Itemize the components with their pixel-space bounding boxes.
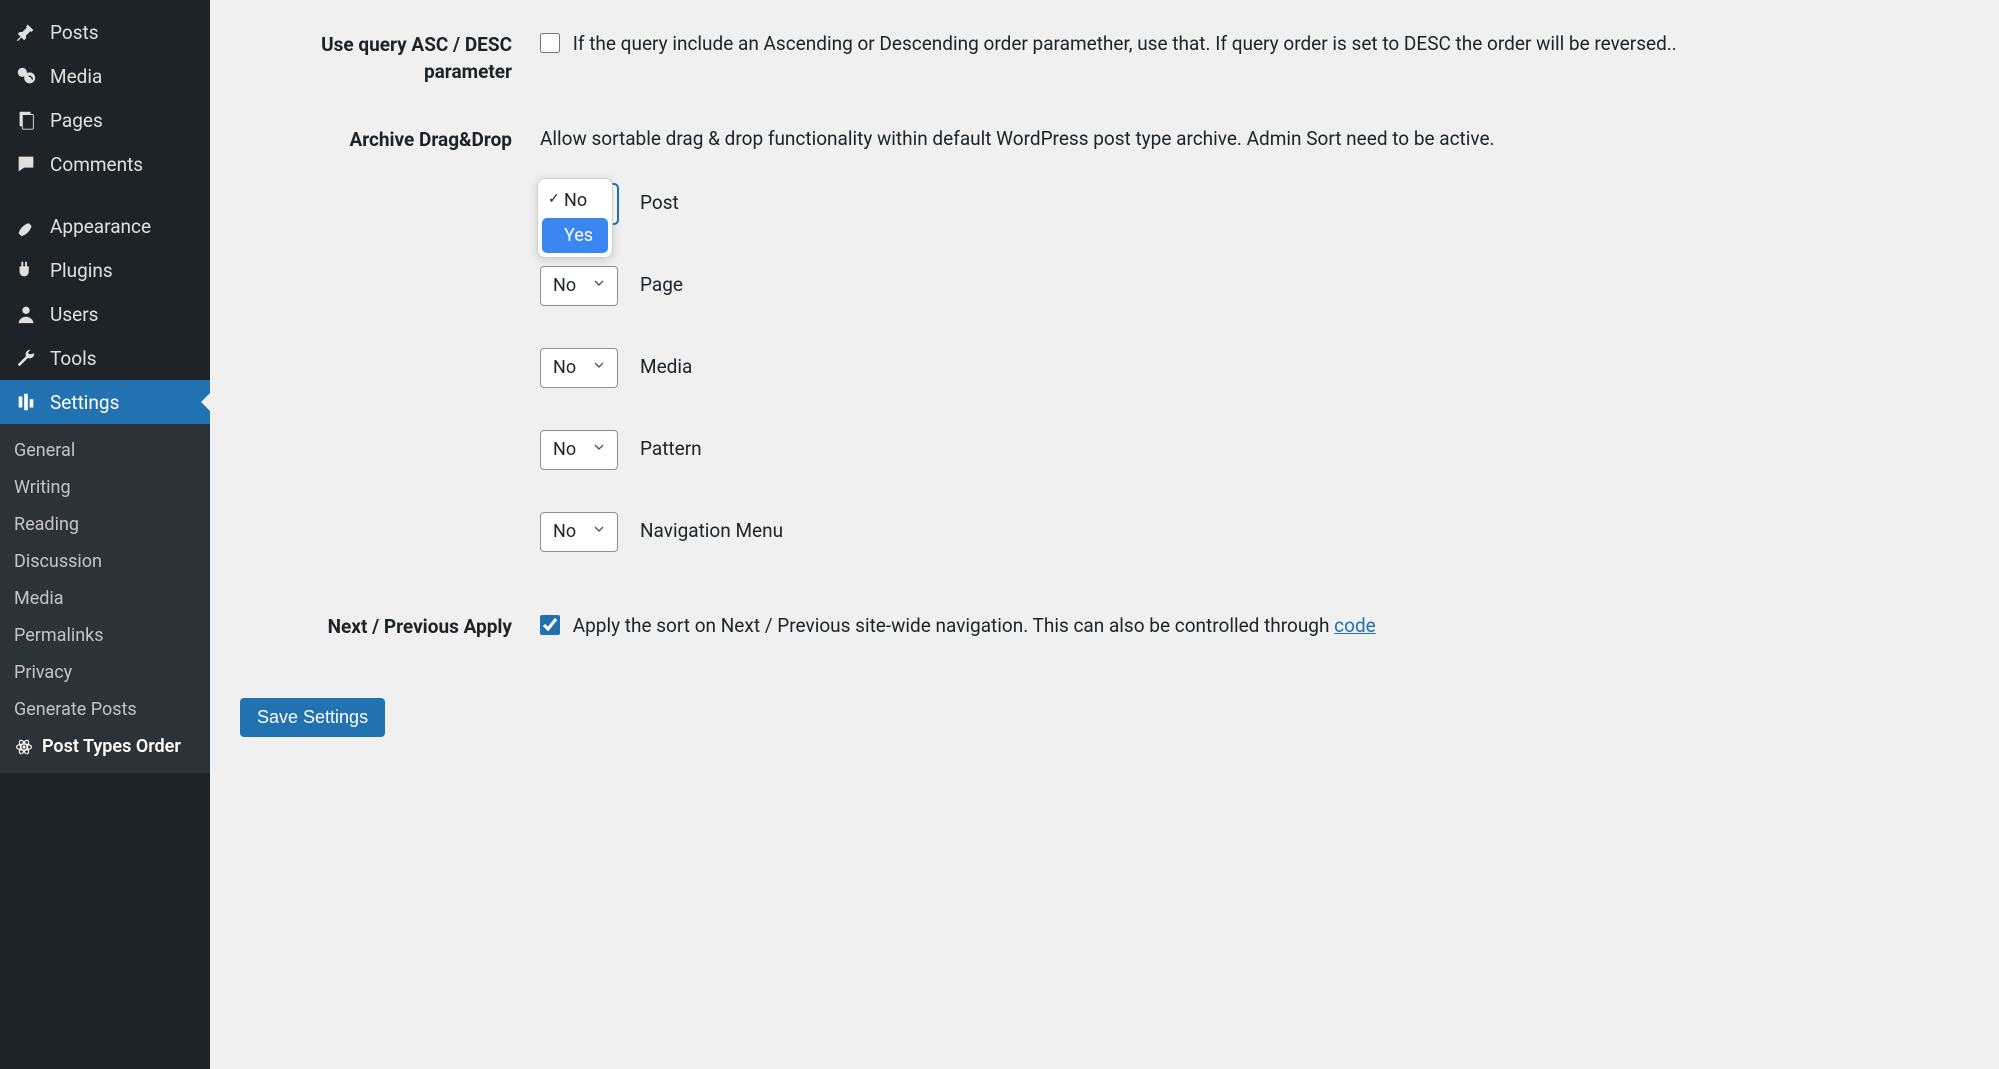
sidebar-item-users[interactable]: Users — [0, 292, 210, 336]
label-next-previous: Next / Previous Apply — [240, 612, 540, 641]
sidebar-item-label: Media — [50, 65, 102, 88]
link-code[interactable]: code — [1334, 614, 1376, 637]
submenu-reading[interactable]: Reading — [0, 506, 210, 543]
archive-label-media: Media — [640, 353, 692, 382]
select-page[interactable]: No — [540, 266, 618, 306]
label-use-query: Use query ASC / DESC parameter — [240, 30, 540, 85]
sidebar-item-comments[interactable]: Comments — [0, 142, 210, 186]
desc-use-query: If the query include an Ascending or Des… — [573, 32, 1677, 55]
chevron-down-icon — [591, 518, 607, 545]
sidebar-item-label: Appearance — [50, 215, 151, 238]
pages-icon — [14, 108, 38, 132]
archive-label-pattern: Pattern — [640, 435, 702, 464]
dropdown-option-yes[interactable]: Yes — [542, 218, 608, 253]
checkbox-use-query[interactable] — [540, 33, 560, 53]
archive-row-post: No No Yes Post — [540, 184, 1969, 224]
dropdown-option-no[interactable]: No — [542, 183, 608, 218]
archive-row-page: No Page — [540, 266, 1969, 306]
tools-icon — [14, 346, 38, 370]
checkbox-next-previous[interactable] — [540, 615, 560, 635]
select-pattern[interactable]: No — [540, 430, 618, 470]
sidebar-item-plugins[interactable]: Plugins — [0, 248, 210, 292]
submenu-general[interactable]: General — [0, 432, 210, 469]
admin-sidebar: Posts Media Pages Comments Appearance Pl… — [0, 0, 210, 1069]
sidebar-item-label: Comments — [50, 153, 143, 176]
save-settings-button[interactable]: Save Settings — [240, 698, 385, 737]
dropdown-post: No Yes — [537, 178, 613, 258]
sidebar-item-label: Plugins — [50, 259, 113, 282]
select-media[interactable]: No — [540, 348, 618, 388]
submenu-privacy[interactable]: Privacy — [0, 654, 210, 691]
archive-label-page: Page — [640, 271, 683, 300]
row-next-previous: Next / Previous Apply Apply the sort on … — [240, 612, 1969, 641]
submenu-media[interactable]: Media — [0, 580, 210, 617]
row-use-query-asc-desc: Use query ASC / DESC parameter If the qu… — [240, 30, 1969, 85]
select-navmenu[interactable]: No — [540, 512, 618, 552]
pin-icon — [14, 20, 38, 44]
chevron-down-icon — [591, 436, 607, 463]
submenu-discussion[interactable]: Discussion — [0, 543, 210, 580]
media-icon — [14, 64, 38, 88]
archive-label-post: Post — [640, 189, 679, 218]
sidebar-item-label: Pages — [50, 109, 103, 132]
submenu-post-types-order[interactable]: Post Types Order — [0, 728, 210, 765]
settings-icon — [14, 390, 38, 414]
sidebar-item-pages[interactable]: Pages — [0, 98, 210, 142]
submenu-permalinks[interactable]: Permalinks — [0, 617, 210, 654]
atom-icon — [14, 737, 34, 757]
label-archive-dragdrop: Archive Drag&Drop — [240, 125, 540, 154]
chevron-down-icon — [591, 272, 607, 299]
settings-submenu: General Writing Reading Discussion Media… — [0, 424, 210, 773]
users-icon — [14, 302, 38, 326]
archive-row-media: No Media — [540, 348, 1969, 388]
sidebar-item-settings[interactable]: Settings — [0, 380, 210, 424]
sidebar-item-label: Settings — [50, 391, 119, 414]
archive-row-pattern: No Pattern — [540, 430, 1969, 470]
sidebar-item-posts[interactable]: Posts — [0, 10, 210, 54]
appearance-icon — [14, 214, 38, 238]
sidebar-item-label: Posts — [50, 21, 99, 44]
sidebar-item-tools[interactable]: Tools — [0, 336, 210, 380]
chevron-down-icon — [591, 354, 607, 381]
desc-archive-dragdrop: Allow sortable drag & drop functionality… — [540, 125, 1969, 154]
sidebar-item-label: Tools — [50, 347, 97, 370]
sidebar-item-label: Users — [50, 303, 98, 326]
main-content: Use query ASC / DESC parameter If the qu… — [210, 0, 1999, 1069]
plugins-icon — [14, 258, 38, 282]
submenu-generate-posts[interactable]: Generate Posts — [0, 691, 210, 728]
row-archive-dragdrop: Archive Drag&Drop Allow sortable drag & … — [240, 125, 1969, 552]
comments-icon — [14, 152, 38, 176]
archive-row-navmenu: No Navigation Menu — [540, 512, 1969, 552]
sidebar-item-appearance[interactable]: Appearance — [0, 204, 210, 248]
sidebar-item-media[interactable]: Media — [0, 54, 210, 98]
submenu-writing[interactable]: Writing — [0, 469, 210, 506]
archive-label-navmenu: Navigation Menu — [640, 517, 783, 546]
desc-next-previous: Apply the sort on Next / Previous site-w… — [573, 614, 1334, 637]
